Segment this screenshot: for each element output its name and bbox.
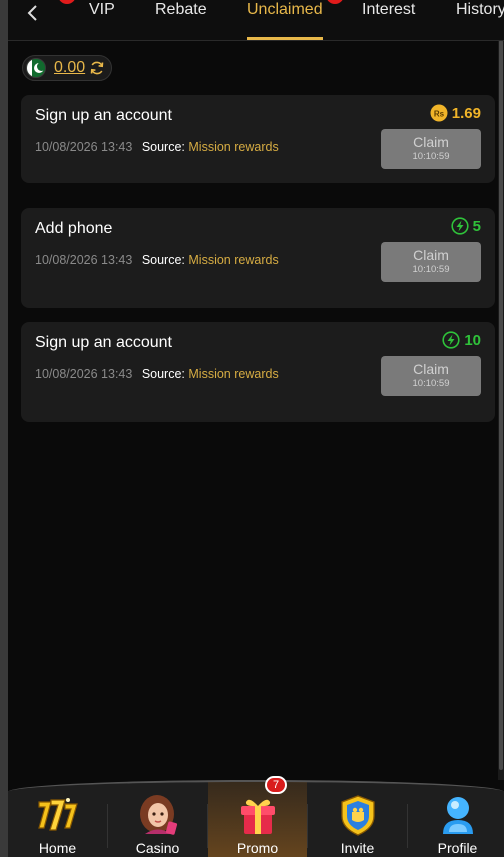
tab-rebate[interactable]: Rebate bbox=[155, 0, 207, 20]
reward-card: Sign up an account 10/08/2026 13:43 Sour… bbox=[21, 322, 495, 422]
gift-box-icon bbox=[240, 799, 275, 834]
claim-countdown: 10:10:59 bbox=[412, 151, 450, 162]
reward-date: 10/08/2026 13:43 bbox=[35, 140, 133, 154]
tab-interest[interactable]: Interest bbox=[362, 0, 415, 20]
reward-value: 5 bbox=[472, 217, 481, 235]
reward-date: 10/08/2026 13:43 bbox=[35, 253, 133, 267]
claim-label: Claim bbox=[413, 247, 449, 263]
chevron-left-icon bbox=[27, 5, 37, 21]
tab-bar: VIP Rebate Unclaimed Interest History bbox=[8, 0, 504, 41]
claim-countdown: 10:10:59 bbox=[412, 264, 450, 275]
claim-button[interactable]: Claim 10:10:59 bbox=[381, 356, 481, 396]
scrollbar-thumb[interactable] bbox=[499, 40, 503, 770]
coin-symbol: Rs bbox=[434, 110, 445, 119]
reward-amount: Rs 1.69 bbox=[430, 104, 481, 122]
lightning-icon bbox=[451, 217, 469, 235]
claim-countdown: 10:10:59 bbox=[412, 378, 450, 389]
claim-button[interactable]: Claim 10:10:59 bbox=[381, 129, 481, 169]
lucky-seven-icon bbox=[37, 798, 78, 831]
balance-value: 0.00 bbox=[54, 59, 86, 76]
tab-vip[interactable]: VIP bbox=[89, 0, 115, 20]
back-button[interactable] bbox=[22, 2, 44, 24]
pakistan-flag-icon bbox=[26, 58, 46, 78]
source-value: Mission rewards bbox=[188, 367, 279, 381]
claim-button[interactable]: Claim 10:10:59 bbox=[381, 242, 481, 282]
refresh-icon[interactable] bbox=[89, 60, 105, 76]
reward-title: Sign up an account bbox=[35, 107, 172, 124]
reward-title: Sign up an account bbox=[35, 334, 172, 351]
nav-profile[interactable]: Profile bbox=[408, 782, 504, 857]
reward-amount: 10 bbox=[442, 331, 481, 349]
nav-casino[interactable]: Casino bbox=[108, 782, 207, 857]
profile-avatar-icon bbox=[442, 797, 473, 834]
left-edge bbox=[0, 0, 8, 857]
lightning-icon bbox=[442, 331, 460, 349]
reward-card: Sign up an account 10/08/2026 13:43 Sour… bbox=[21, 95, 495, 183]
rupee-coin-icon: Rs bbox=[430, 104, 448, 122]
nav-home[interactable]: Home bbox=[8, 782, 107, 857]
unclaimed-notification-dot bbox=[326, 0, 344, 4]
claim-label: Claim bbox=[413, 361, 449, 377]
nav-invite[interactable]: Invite bbox=[308, 782, 407, 857]
notification-dot bbox=[58, 0, 76, 4]
reward-date: 10/08/2026 13:43 bbox=[35, 367, 133, 381]
claim-label: Claim bbox=[413, 134, 449, 150]
reward-title: Add phone bbox=[35, 220, 113, 237]
reward-value: 10 bbox=[464, 331, 481, 349]
source-label: Source: bbox=[141, 367, 185, 381]
reward-meta: 10/08/2026 13:43 Source: Mission rewards bbox=[35, 253, 279, 267]
source-value: Mission rewards bbox=[188, 253, 279, 267]
reward-amount: 5 bbox=[451, 217, 481, 235]
reward-value: 1.69 bbox=[451, 104, 481, 122]
nav-label: Home bbox=[38, 840, 77, 856]
tab-unclaimed[interactable]: Unclaimed bbox=[247, 0, 323, 20]
active-tab-indicator bbox=[247, 37, 323, 40]
promo-badge: 7 bbox=[265, 776, 287, 794]
nav-promo[interactable]: 7 Promo bbox=[208, 776, 307, 857]
nav-label: Promo bbox=[236, 840, 279, 856]
nav-label: Invite bbox=[340, 840, 375, 856]
scrollbar[interactable] bbox=[498, 40, 504, 780]
reward-meta: 10/08/2026 13:43 Source: Mission rewards bbox=[35, 140, 279, 154]
tab-history[interactable]: History bbox=[456, 0, 504, 20]
nav-label: Profile bbox=[437, 840, 478, 856]
source-value: Mission rewards bbox=[188, 140, 279, 154]
invite-shield-icon bbox=[340, 795, 375, 836]
source-label: Source: bbox=[141, 140, 185, 154]
balance-pill[interactable]: 0.00 bbox=[22, 55, 112, 81]
source-label: Source: bbox=[141, 253, 185, 267]
reward-meta: 10/08/2026 13:43 Source: Mission rewards bbox=[35, 367, 279, 381]
bottom-nav: Home Casino 7 Promo Invite Profile bbox=[8, 776, 504, 857]
nav-label: Casino bbox=[135, 840, 180, 856]
casino-girl-icon bbox=[139, 795, 177, 835]
reward-card: Add phone 10/08/2026 13:43 Source: Missi… bbox=[21, 208, 495, 308]
